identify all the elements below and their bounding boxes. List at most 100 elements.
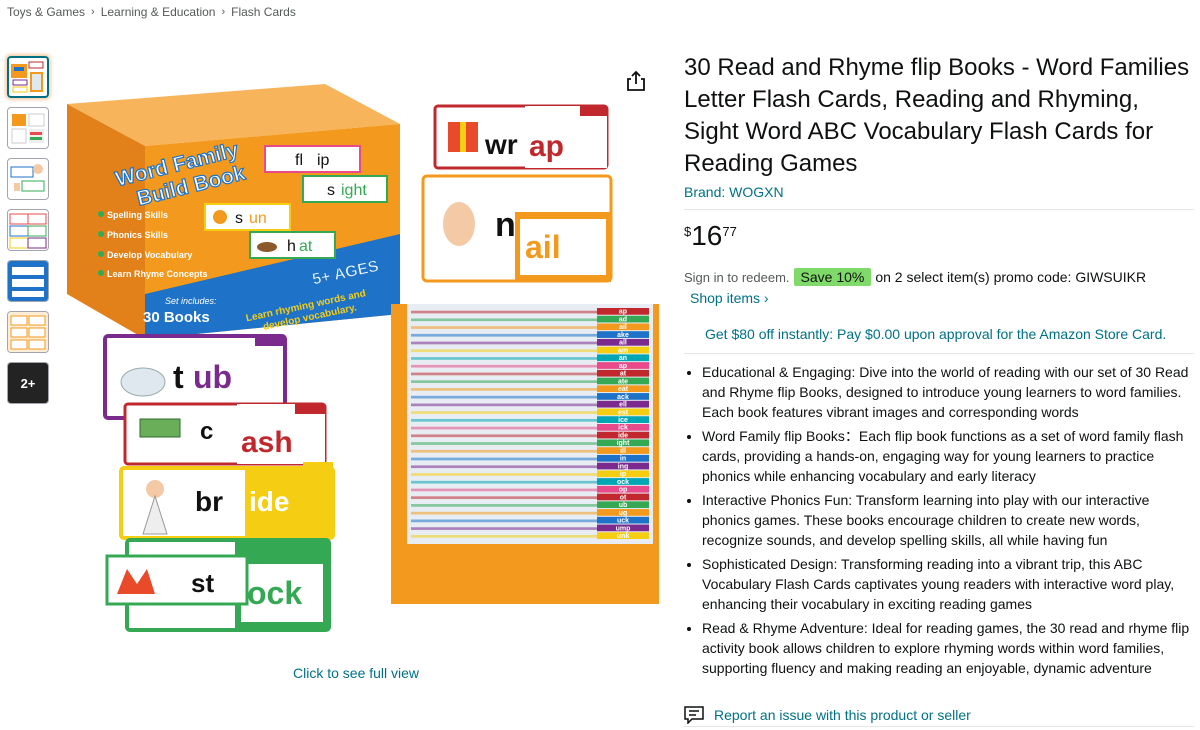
thumbnail-3[interactable] — [7, 158, 49, 200]
box-card-3-start: s — [235, 210, 243, 227]
thumbnail-1[interactable] — [7, 56, 49, 98]
tray-divider — [411, 504, 597, 507]
flip-card-bride-end: ide — [249, 486, 289, 517]
shop-items-link[interactable]: Shop items › — [690, 288, 1194, 308]
box-card-1-start: fl — [295, 152, 303, 169]
tray-tab-label: ack — [617, 394, 629, 401]
feature-bullet: Read & Rhyme Adventure: Ideal for readin… — [702, 618, 1194, 678]
box-feature-3: Develop Vocabulary — [107, 250, 192, 260]
tray-divider — [411, 534, 597, 538]
thumbnail-5[interactable] — [7, 260, 49, 302]
price-symbol: $ — [684, 224, 692, 239]
thumbnail-image — [9, 213, 47, 249]
box-set-label: Set includes: — [165, 296, 217, 306]
box-card-4-end: at — [299, 238, 313, 255]
tray-divider — [411, 349, 597, 353]
tray-divider — [411, 333, 597, 337]
thumbnail-image — [10, 164, 45, 192]
report-issue[interactable]: Report an issue with this product or sel… — [684, 706, 971, 724]
tray-divider — [411, 442, 597, 445]
thumbnail-image — [11, 61, 44, 93]
price-fraction: 77 — [722, 224, 737, 239]
tray-tab-label: ice — [618, 417, 628, 424]
tray-tab-label: am — [618, 347, 628, 354]
box-card-4-start: h — [287, 238, 296, 255]
tray-tab-label: ub — [619, 502, 628, 509]
thumbnail-image — [8, 312, 48, 352]
box-feature-1: Spelling Skills — [107, 210, 168, 220]
card-tray: apadailakeallamanapatateeatackellesticei… — [391, 304, 659, 604]
breadcrumb: Toys & Games › Learning & Education › Fl… — [7, 5, 296, 19]
box-card-2-start: s — [327, 182, 335, 199]
flip-card-stock-start: st — [191, 568, 214, 598]
flip-card-wrap-end: ap — [529, 130, 564, 163]
tray-tab-label: ad — [619, 316, 627, 323]
main-product-image[interactable]: Word Family Build Book Spelling Skills P… — [55, 64, 665, 644]
tray-tab-label: ing — [618, 463, 629, 470]
flip-card-cash-start: c — [200, 418, 213, 445]
report-issue-link[interactable]: Report an issue with this product or sel… — [714, 707, 971, 723]
tray-divider — [411, 357, 597, 360]
tray-tab-label: ake — [617, 332, 629, 339]
tray-divider — [411, 449, 597, 453]
feature-bullets: Educational & Engaging: Dive into the wo… — [684, 362, 1194, 678]
tray-tab-label: ill — [620, 448, 626, 455]
box-feature-2: Phonics Skills — [107, 230, 168, 240]
store-card-offer-link[interactable]: Get $80 off instantly: Pay $0.00 upon ap… — [705, 324, 1194, 344]
tray-divider — [411, 511, 597, 515]
tray-tab-label: eat — [618, 386, 629, 393]
tray-tab-label: ick — [618, 425, 628, 432]
tray-tab-label: op — [619, 487, 628, 494]
tray-divider — [411, 480, 597, 484]
thumbnail-4[interactable] — [7, 209, 49, 251]
flip-card-stock-end: ock — [247, 575, 302, 611]
brand-link[interactable]: Brand: WOGXN — [684, 182, 1194, 202]
tray-divider — [411, 388, 597, 391]
product-details: 30 Read and Rhyme flip Books - Word Fami… — [684, 52, 1194, 682]
box-card-3-end: un — [249, 210, 267, 227]
tray-divider — [411, 403, 597, 407]
tray-tab-label: ate — [618, 378, 628, 385]
tray-tab-label: ug — [619, 510, 628, 517]
tray-divider — [411, 411, 597, 414]
tray-tab-label: in — [620, 456, 626, 463]
promo-line: Sign in to redeem. Save 10% on 2 select … — [684, 268, 1194, 286]
click-full-view-link[interactable]: Click to see full view — [293, 665, 419, 681]
flip-card-cash-end: ash — [241, 426, 293, 459]
tray-divider — [411, 519, 597, 523]
flip-card-bride: br ide — [119, 462, 335, 540]
breadcrumb-link-learning-education[interactable]: Learning & Education — [101, 5, 216, 19]
breadcrumb-link-flash-cards[interactable]: Flash Cards — [231, 5, 296, 19]
box-feature-4: Learn Rhyme Concepts — [107, 269, 208, 279]
thumbnail-more[interactable]: 2+ — [7, 362, 49, 404]
tray-tab-label: an — [619, 355, 627, 362]
tray-tab-label: ot — [620, 494, 627, 501]
box-set-value: 30 Books — [143, 309, 210, 326]
flip-card-stock: st ock — [105, 538, 331, 632]
more-count: 2+ — [20, 375, 36, 391]
product-title: 30 Read and Rhyme flip Books - Word Fami… — [684, 54, 1190, 177]
thumbnail-2[interactable] — [7, 107, 49, 149]
divider — [684, 353, 1194, 354]
divider — [684, 209, 1194, 210]
breadcrumb-separator: › — [91, 6, 95, 18]
tray-divider — [411, 310, 597, 314]
breadcrumb-link-toys-games[interactable]: Toys & Games — [7, 5, 85, 19]
feature-bullet: Word Family flip Books：Each flip book fu… — [702, 426, 1194, 486]
tray-tab-label: ide — [618, 432, 628, 439]
tray-divider — [411, 488, 597, 492]
tray-divider — [411, 372, 597, 376]
price: $ 16 77 — [684, 220, 1194, 252]
thumbnail-6[interactable] — [7, 311, 49, 353]
tray-tab-label: at — [620, 371, 627, 378]
flip-card-nail-start: n — [495, 206, 516, 244]
tray-tab-label: ail — [619, 324, 627, 331]
tray-divider — [411, 364, 597, 368]
tray-divider — [411, 473, 597, 476]
tray-divider — [411, 465, 597, 469]
divider — [684, 726, 1194, 727]
feature-bullet: Interactive Phonics Fun: Transform learn… — [702, 490, 1194, 550]
signin-to-redeem: Sign in to redeem. — [684, 269, 790, 285]
share-icon[interactable] — [624, 69, 648, 93]
box-card-1-end: ip — [317, 152, 330, 169]
